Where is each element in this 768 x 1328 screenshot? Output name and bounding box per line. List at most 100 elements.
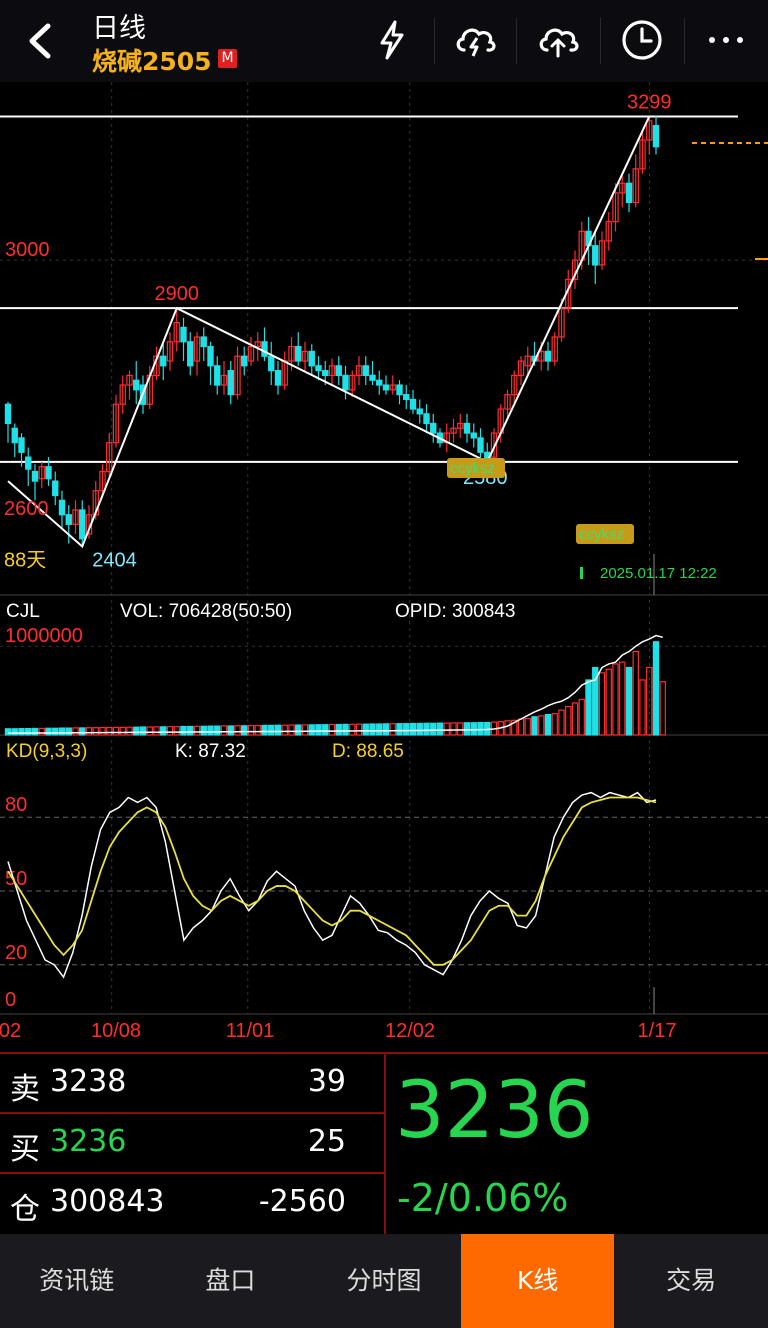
- d-line: [7, 796, 657, 966]
- cloud-lightning-icon[interactable]: [451, 16, 499, 64]
- price-change: -2/0.06%: [397, 1176, 569, 1220]
- partial-price-label: 2600: [4, 498, 49, 520]
- volume-bar: [443, 722, 450, 736]
- buy-label: 买: [10, 1132, 40, 1167]
- tab-intraday[interactable]: 分时图: [307, 1234, 461, 1328]
- volume-bar: [362, 723, 369, 736]
- tab-trade[interactable]: 交易: [614, 1234, 768, 1328]
- volume-tick-label: 1000000: [5, 625, 83, 647]
- volume-bar: [517, 718, 525, 736]
- volume-bar: [247, 724, 255, 736]
- quote-divider: [384, 1054, 386, 1234]
- lightning-icon[interactable]: [368, 16, 416, 64]
- candle-body: [403, 394, 410, 401]
- volume-bar: [139, 726, 147, 736]
- volume-bar: [214, 725, 221, 736]
- candle-body: [207, 346, 214, 367]
- volume-bar: [625, 666, 633, 736]
- volume-bar: [632, 650, 639, 736]
- clock-icon[interactable]: [618, 16, 666, 64]
- candle-body: [11, 427, 18, 444]
- volume-bar: [160, 726, 167, 736]
- volume-bar: [274, 724, 282, 736]
- volume-bar: [369, 723, 376, 736]
- opid-text: OPID: 300843: [395, 601, 515, 622]
- volume-bar: [531, 716, 538, 736]
- volume-bar: [396, 723, 403, 736]
- candle-body: [133, 379, 140, 391]
- volume-bar: [288, 724, 295, 736]
- sell-price: 3238: [50, 1064, 127, 1099]
- volume-bar: [322, 724, 329, 736]
- more-icon[interactable]: [702, 16, 750, 64]
- timestamp-marker: [580, 567, 583, 579]
- volume-bar: [58, 727, 66, 736]
- separator: [684, 18, 685, 64]
- tab-kline[interactable]: K线: [460, 1234, 615, 1328]
- tag-text: ccyksz: [450, 460, 495, 477]
- candle-body: [592, 245, 599, 266]
- k-value: K: 87.32: [175, 741, 246, 762]
- volume-bar: [565, 705, 572, 736]
- volume-bar: [558, 709, 565, 736]
- volume-bar: [389, 723, 396, 736]
- candle-body: [315, 365, 322, 372]
- sell-row[interactable]: 卖 3238 39: [0, 1054, 384, 1114]
- candle-body: [31, 470, 39, 482]
- tab-news-chain[interactable]: 资讯链: [0, 1234, 154, 1328]
- volume-bar: [659, 681, 666, 736]
- candle-body: [18, 437, 25, 453]
- oi-value: 300843: [50, 1184, 165, 1219]
- buy-price: 3236: [50, 1124, 127, 1159]
- volume-bar: [173, 726, 180, 736]
- instrument-name[interactable]: 烧碱2505: [92, 42, 212, 78]
- volume-bar: [112, 726, 120, 736]
- tag-text: ccyksz: [579, 526, 624, 543]
- candle-body: [25, 456, 32, 470]
- timestamp-label: 2025.01.17 12:22: [600, 565, 717, 582]
- volume-bar: [612, 663, 619, 736]
- volume-bar: [166, 726, 174, 736]
- volume-bar: [99, 726, 106, 736]
- candle-body: [65, 514, 72, 525]
- separator: [434, 18, 435, 64]
- volume-bar: [639, 679, 646, 736]
- volume-bar: [450, 722, 457, 736]
- candle-body: [369, 374, 376, 381]
- volume-bar: [241, 725, 248, 736]
- back-arrow-icon[interactable]: [18, 18, 64, 64]
- volume-bar: [585, 679, 592, 736]
- volume-bar: [376, 723, 383, 736]
- volume-bar: [220, 725, 228, 736]
- volume-bar: [342, 723, 349, 736]
- volume-bar: [652, 641, 660, 736]
- volume-bar: [146, 726, 153, 736]
- buy-row[interactable]: 买 3236 25: [0, 1114, 384, 1174]
- volume-bar: [430, 722, 437, 736]
- candle-body: [342, 374, 349, 391]
- volume-bar: [45, 727, 52, 736]
- volume-bar: [254, 724, 261, 736]
- volume-bar: [301, 724, 309, 736]
- volume-bar: [538, 715, 545, 736]
- candle-body: [423, 413, 430, 425]
- candle-body: [4, 403, 12, 425]
- tab-order-book[interactable]: 盘口: [154, 1234, 308, 1328]
- volume-bar: [72, 727, 79, 736]
- volume-bar: [207, 725, 214, 736]
- candle-body: [430, 422, 437, 434]
- candle-body: [477, 437, 484, 453]
- cloud-upload-icon[interactable]: [534, 16, 582, 64]
- candle-body: [625, 182, 633, 204]
- volume-bar: [11, 728, 18, 736]
- x-axis-label: 11/01: [226, 1020, 275, 1042]
- volume-bar: [180, 725, 187, 736]
- volume-bar: [578, 698, 585, 736]
- kline-chart[interactable]: 3000329929002580240488天2600ccykszccyksz2…: [0, 82, 768, 1052]
- candle-body: [295, 346, 302, 362]
- days-label: 88天: [4, 549, 46, 571]
- volume-bar: [126, 726, 133, 736]
- volume-bar: [193, 725, 201, 736]
- candle-body: [45, 466, 52, 480]
- candle-body: [308, 350, 315, 367]
